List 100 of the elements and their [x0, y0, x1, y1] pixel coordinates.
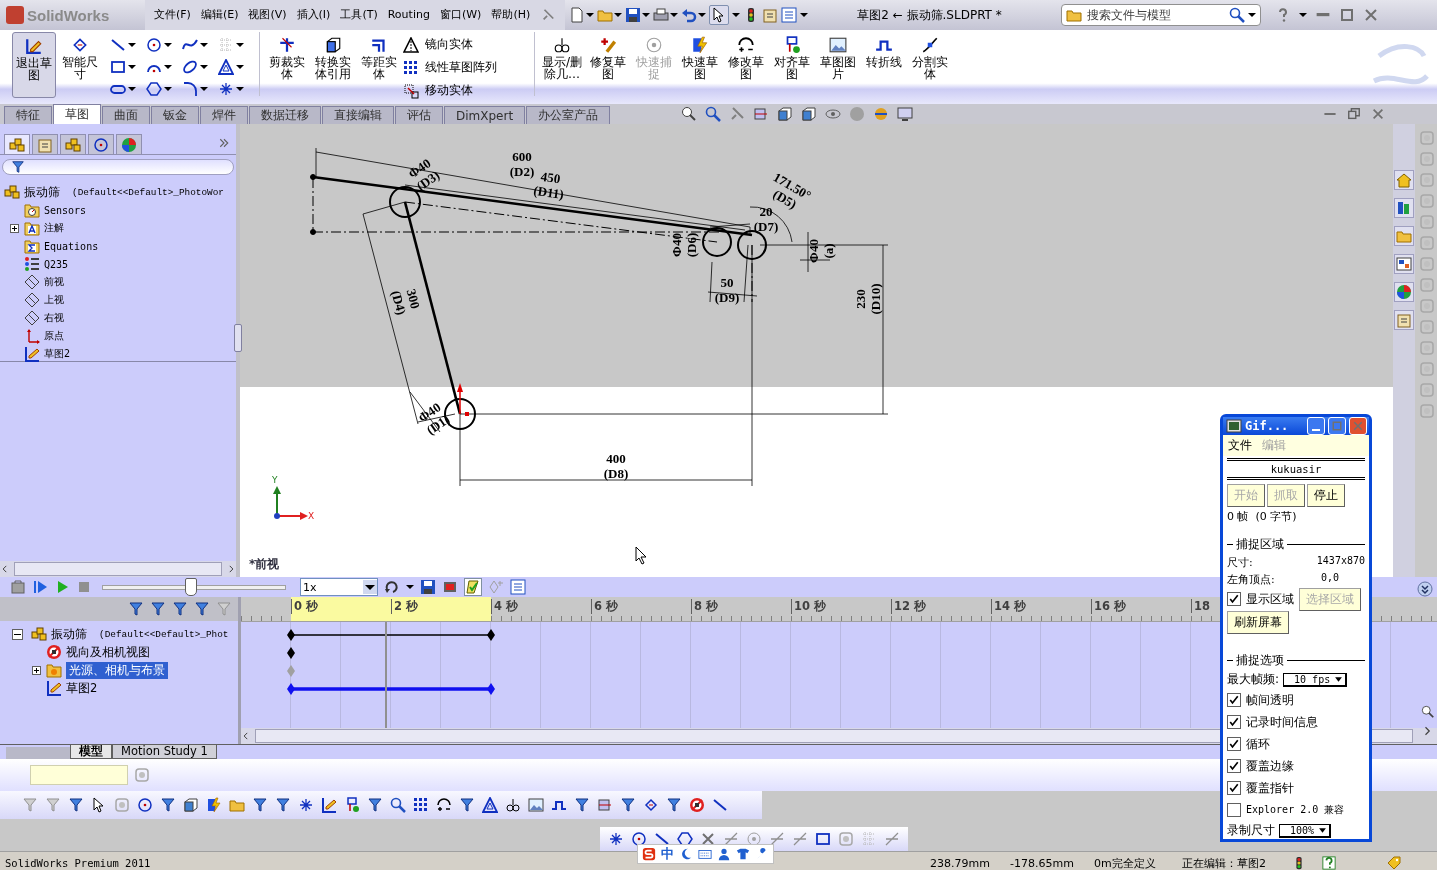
time-label: 2 秒 — [391, 599, 418, 614]
tree-item[interactable]: Equations — [44, 240, 99, 252]
command-tab[interactable]: 草图 — [53, 104, 101, 124]
tree-item[interactable]: Q235 — [44, 258, 69, 270]
command-tab[interactable]: 数据迁移 — [249, 106, 321, 124]
field-value: 0,0 — [1320, 572, 1339, 585]
dimension-value[interactable]: Φ40 — [806, 239, 821, 263]
configuration-label: (Default<<Default>_PhotoWor — [72, 186, 224, 198]
tree-item[interactable]: 右视 — [44, 311, 64, 325]
ribbon-button[interactable]: 分割实体 — [908, 32, 952, 98]
dimension-value[interactable]: 50 — [720, 275, 734, 290]
ribbon-button[interactable]: 线性草图阵列 — [403, 57, 529, 78]
command-tab[interactable]: 办公室产品 — [526, 106, 611, 124]
field-value: 1437x870 — [1316, 555, 1365, 568]
dimension-id: (D10) — [868, 283, 883, 315]
command-tab[interactable]: 评估 — [395, 106, 443, 124]
checkbox-label: 帧间透明 — [1246, 691, 1294, 709]
ribbon-button[interactable]: 移动实体 — [403, 80, 529, 101]
checkbox-label: 循环 — [1246, 735, 1270, 753]
command-tab[interactable]: 钣金 — [151, 106, 199, 124]
menu-item[interactable]: 帮助(H) — [486, 0, 536, 30]
time-label: 6 秒 — [591, 599, 618, 614]
configuration-label: (Default<<Default>_Phot — [99, 628, 229, 640]
dimension-id: (a) — [821, 243, 836, 259]
scale-dropdown[interactable]: 100% — [1279, 823, 1332, 838]
time-label: 14 秒 — [991, 599, 1026, 614]
field-label: 尺寸: — [1227, 555, 1253, 570]
dimension-id: (D7) — [753, 219, 779, 234]
coordinate-z: 0m — [1094, 856, 1112, 870]
checkbox-label: 覆盖边缘 — [1246, 757, 1294, 775]
ribbon-button[interactable]: 剪裁实体 — [265, 32, 309, 98]
axis-label: X — [308, 511, 315, 521]
tree-item[interactable]: Sensors — [44, 204, 87, 216]
tree-item[interactable]: 振动筛 — [51, 626, 87, 642]
dimension-value[interactable]: 20 — [759, 204, 773, 219]
tree-item[interactable]: 草图2 — [66, 680, 98, 696]
speed-dropdown[interactable]: 1x — [300, 578, 378, 596]
command-tab[interactable]: 焊件 — [200, 106, 248, 124]
dimension-id: (D9) — [714, 290, 740, 305]
tree-item[interactable]: 光源、相机与布景 — [66, 661, 168, 679]
window-title: Gif... — [1245, 419, 1290, 433]
ribbon-button[interactable]: 转折线 — [862, 32, 906, 98]
dimension-value[interactable]: 230 — [853, 289, 868, 309]
capture-button[interactable]: 停止 — [1307, 484, 1345, 507]
tree-item[interactable]: 振动筛 — [24, 184, 60, 200]
ribbon-button[interactable]: 转换实体引用 — [311, 32, 355, 98]
status-text: SolidWorks Premium 2011 — [4, 857, 152, 869]
dimension-value[interactable]: 600 — [512, 149, 532, 164]
field-label: 录制尺寸 — [1227, 822, 1275, 839]
ribbon-button[interactable]: 智能尺寸 — [58, 32, 102, 98]
ribbon-button[interactable]: 修改草图 — [724, 32, 768, 98]
coordinate-y: -178.65mm — [1010, 856, 1075, 870]
menu-item[interactable]: 编辑(E) — [195, 0, 244, 30]
coordinate-x: 238.79mm — [930, 856, 991, 870]
menu-item[interactable]: 插入(I) — [291, 0, 336, 30]
tree-item[interactable]: 注解 — [44, 221, 64, 235]
time-label: 4 秒 — [491, 599, 518, 614]
search-field[interactable]: 搜索文件与模型 — [1085, 7, 1227, 23]
time-label: 18 — [1191, 599, 1210, 613]
ribbon-button[interactable]: 修复草图 — [586, 32, 630, 98]
search-box[interactable]: 搜索文件与模型 — [1061, 4, 1262, 26]
ribbon-button[interactable]: 草图图片 — [816, 32, 860, 98]
tree-item[interactable]: 原点 — [44, 329, 64, 343]
menu-item[interactable]: 窗口(W) — [434, 0, 487, 30]
checkbox-label: 显示区域 — [1246, 590, 1294, 608]
ribbon-button[interactable]: 镜向实体 — [403, 34, 529, 55]
menu-item[interactable]: 文件(F) — [149, 0, 196, 30]
dimension-value[interactable]: 400 — [606, 451, 626, 466]
document-title: 草图2 ← 振动筛.SLDPRT * — [857, 6, 1003, 24]
command-tab[interactable]: DimXpert — [444, 106, 526, 124]
command-tab[interactable]: 直接编辑 — [322, 106, 394, 124]
tree-item[interactable]: 前视 — [44, 275, 64, 289]
tree-item[interactable]: 草图2 — [44, 347, 71, 361]
ribbon-button[interactable]: 对齐草图 — [770, 32, 814, 98]
field-label: 最大帧频: — [1227, 671, 1280, 688]
section-heading: 捕捉区域 — [1236, 536, 1284, 553]
command-tab[interactable]: 曲面 — [102, 106, 150, 124]
menu-item[interactable]: Routing — [382, 0, 435, 30]
ime-toolbar[interactable]: 中 — [637, 844, 774, 864]
ribbon-button[interactable]: 快速草图 — [678, 32, 722, 98]
tree-item[interactable]: 上视 — [44, 293, 64, 307]
dimension-value[interactable]: Φ40 — [669, 233, 684, 257]
menu-item[interactable]: 视图(V) — [243, 0, 292, 30]
menu-item[interactable]: 文件 — [1228, 437, 1252, 454]
time-label: 16 秒 — [1091, 599, 1126, 614]
ribbon-button[interactable]: 退出草图 — [12, 32, 56, 98]
ribbon-button[interactable]: 等距实体 — [357, 32, 401, 98]
fps-dropdown[interactable]: 10 fps — [1283, 672, 1348, 687]
refresh-button[interactable]: 刷新屏幕 — [1227, 611, 1289, 634]
document-tab[interactable]: Motion Study 1 — [112, 745, 217, 759]
time-label: 12 秒 — [891, 599, 926, 614]
dimension-id: (D6) — [684, 232, 699, 258]
dimension-id: (D2) — [509, 164, 535, 179]
time-label: 10 秒 — [791, 599, 826, 614]
ribbon-button[interactable]: 显示/删除几… — [540, 32, 584, 98]
menu-item[interactable]: 工具(T) — [335, 0, 383, 30]
tree-item[interactable]: 视向及相机视图 — [66, 644, 150, 660]
document-tab[interactable]: 模型 — [70, 745, 112, 759]
command-tab[interactable]: 特征 — [4, 106, 52, 124]
time-label: 8 秒 — [691, 599, 718, 614]
